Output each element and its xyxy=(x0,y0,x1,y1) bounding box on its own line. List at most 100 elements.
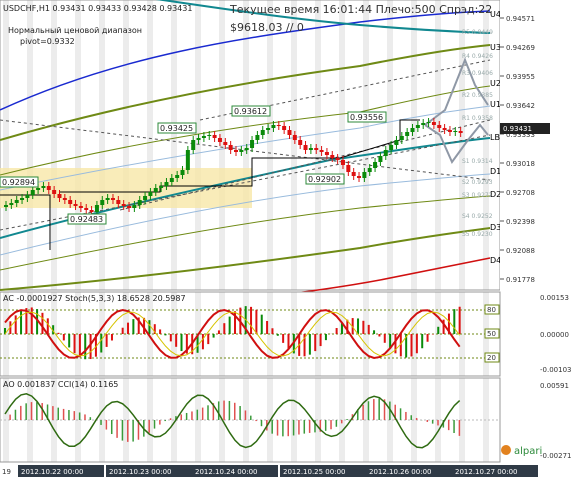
candle xyxy=(373,162,378,168)
candle xyxy=(340,160,345,165)
price-panel[interactable]: USDCHF,H1 0.93431 0.93433 0.93428 0.9343… xyxy=(0,0,501,321)
ao-bar xyxy=(282,420,284,437)
candle xyxy=(447,130,452,132)
ac-bar xyxy=(362,320,365,334)
ao-bar xyxy=(41,403,43,420)
ac-stoch-panel[interactable]: AC -0.0001927 Stoch(5,3,3) 18.6528 20.59… xyxy=(0,291,571,377)
ao-bar xyxy=(453,420,455,433)
time-axis-label: 2012.10.22 00:00 xyxy=(21,468,83,476)
trading-chart[interactable]: USDCHF,H1 0.93431 0.93433 0.93428 0.9343… xyxy=(0,0,588,480)
candle xyxy=(405,132,410,136)
ac-bar xyxy=(201,334,204,350)
price-axis-label: 0.92088 xyxy=(506,247,535,255)
ac-bar xyxy=(30,307,33,334)
ac-bar xyxy=(212,334,215,338)
candle xyxy=(46,186,51,190)
ao-panel-title: AO 0.001837 CCI(14) 0.1165 xyxy=(3,380,118,389)
ao-bar xyxy=(335,420,338,427)
ao-bar xyxy=(89,417,92,420)
ao-bar xyxy=(191,411,193,420)
candle xyxy=(431,122,436,125)
server-time: Текущее время 16:01:44 Плечо:500 Спрэд:2… xyxy=(229,3,492,16)
candle xyxy=(255,135,260,140)
ac-bar xyxy=(415,334,418,354)
ao-bar xyxy=(159,420,161,425)
ao-bar xyxy=(223,400,225,420)
band-label: LB xyxy=(490,133,500,142)
ac-bar xyxy=(223,323,226,334)
ac-bar xyxy=(100,334,103,353)
ac-scale-label: 0.00153 xyxy=(540,294,569,302)
ac-bar xyxy=(319,334,322,347)
candle xyxy=(239,150,244,152)
ao-bar xyxy=(340,420,343,424)
candle xyxy=(41,186,46,188)
ac-bar xyxy=(20,310,23,334)
ac-bar xyxy=(217,330,220,334)
pivot-label: S5 0.9230 xyxy=(462,231,493,238)
ao-bar xyxy=(405,411,407,420)
candle xyxy=(207,135,212,136)
candle xyxy=(4,205,8,207)
ao-bar xyxy=(276,420,279,436)
ac-bar xyxy=(250,306,253,334)
ao-bar xyxy=(20,405,22,420)
band-label: U2 xyxy=(490,79,501,88)
candle xyxy=(14,200,19,203)
ao-bar xyxy=(399,408,402,420)
ac-bar xyxy=(164,334,167,336)
ac-bar xyxy=(367,324,370,334)
ao-cci-panel[interactable]: AO 0.001837 CCI(14) 0.1165 0.00591 -0.002… xyxy=(0,377,571,463)
ao-bar xyxy=(410,415,413,420)
price-annotation: 0.92483 xyxy=(70,215,103,224)
ac-scale-label: 0.00000 xyxy=(540,331,569,339)
ao-bar xyxy=(234,402,236,420)
candle xyxy=(303,145,308,150)
ao-bar xyxy=(458,420,461,436)
ao-scale-label: 0.00591 xyxy=(540,382,569,390)
ac-scale-label: -0.00103 xyxy=(540,366,571,374)
ao-bar xyxy=(105,420,108,430)
candle xyxy=(437,125,442,128)
ac-bar xyxy=(127,322,130,334)
ac-bar xyxy=(260,314,263,334)
pivot-label: S3 0.9272 xyxy=(462,192,493,199)
price-axis-label: 0.91778 xyxy=(506,276,535,284)
candle xyxy=(399,136,404,140)
band-label: D1 xyxy=(490,167,501,176)
candle xyxy=(159,186,164,188)
ao-bar xyxy=(426,420,429,422)
candle xyxy=(20,198,25,200)
candle xyxy=(282,126,287,130)
ac-bar xyxy=(68,334,71,348)
price-annotation: 0.92902 xyxy=(308,175,341,184)
band-label: D3 xyxy=(490,223,501,232)
ao-bar xyxy=(431,420,434,424)
ac-bar xyxy=(110,334,113,341)
ao-bar xyxy=(100,420,102,425)
band-label: D2 xyxy=(490,190,501,199)
candle xyxy=(421,123,426,125)
candle xyxy=(143,196,148,200)
candle xyxy=(127,206,132,208)
ao-bar xyxy=(255,420,257,422)
ac-bar xyxy=(105,334,108,347)
ac-bar xyxy=(458,306,461,334)
ac-bar xyxy=(41,312,44,334)
candle xyxy=(458,131,463,133)
balance-line: $9618.03 // 0 xyxy=(230,21,304,34)
ac-bar xyxy=(426,334,429,342)
candle xyxy=(415,125,420,128)
pivot-label: S1 0.9314 xyxy=(462,158,493,165)
stoch-level-label: 80 xyxy=(487,306,496,314)
ac-bar xyxy=(148,320,151,334)
candle xyxy=(164,182,169,186)
candle xyxy=(105,198,110,200)
candle xyxy=(335,158,340,160)
band-label: U1 xyxy=(490,100,501,109)
ao-bar xyxy=(180,414,183,420)
ao-bar xyxy=(292,420,295,436)
ao-bar xyxy=(346,419,348,420)
candle xyxy=(110,198,115,200)
candle xyxy=(78,206,83,208)
